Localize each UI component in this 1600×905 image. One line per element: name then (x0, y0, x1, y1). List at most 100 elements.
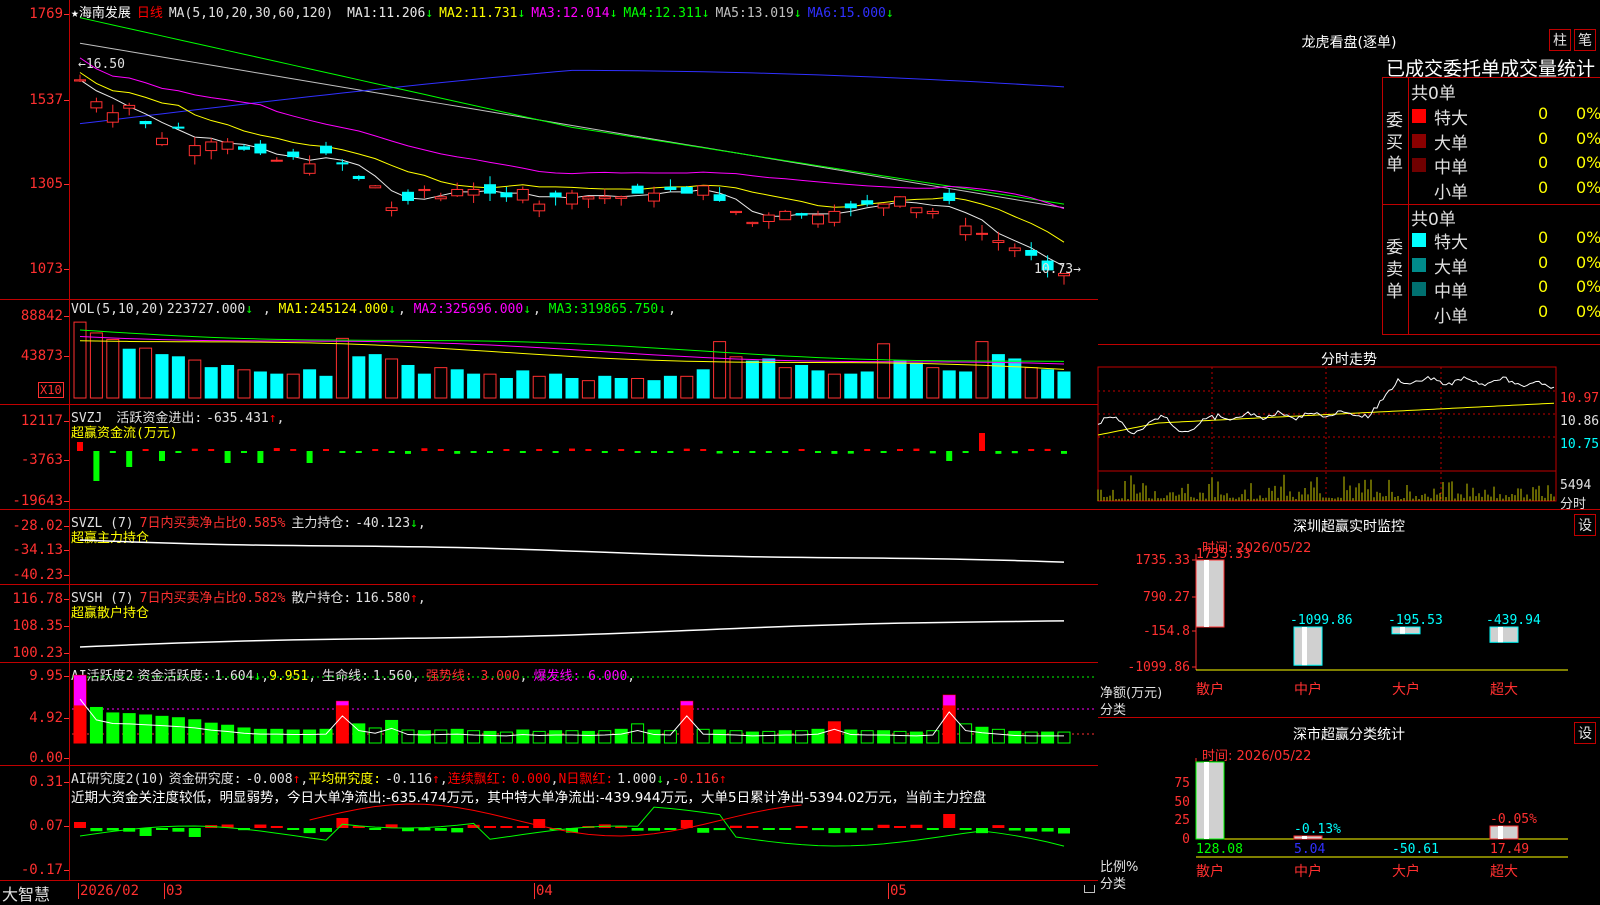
research-bar (943, 814, 956, 828)
monitor-bar-label: 1735.33 (1196, 547, 1251, 562)
row-pct: 0% (1576, 177, 1600, 197)
buy-row-2[interactable]: 中单 0 0% (1410, 153, 1600, 178)
buy-row-0[interactable]: 特大 0 0% (1410, 104, 1600, 129)
research-bar (90, 828, 103, 832)
candle-body (861, 200, 874, 205)
research-bar (484, 826, 496, 828)
buy-row-3[interactable]: 小单 0 0% (1410, 177, 1600, 203)
candle-body (812, 214, 824, 225)
flow-bar (946, 451, 953, 461)
tick-mode-button[interactable]: 笔 (1574, 29, 1596, 51)
flow-bar (733, 451, 739, 454)
candle-body (287, 151, 300, 158)
sell-row-1[interactable]: 大单 0 0% (1410, 253, 1600, 278)
sell-row-0[interactable]: 特大 0 0% (1410, 228, 1600, 253)
volume-bar (680, 375, 694, 399)
research-bar (910, 824, 923, 828)
flow-bar (1011, 451, 1018, 454)
intraday-panel[interactable]: 分时走势 10.97 10.86 10.75 5494 分时 (1097, 345, 1600, 512)
activity-bar (532, 730, 546, 744)
flow-bar (700, 449, 707, 451)
bar-mode-button[interactable]: 柱 (1549, 29, 1571, 51)
ma-line (79, 42, 1065, 209)
svzj-panel[interactable]: 12117 -3763 -19643 SVZJ 活跃资金进出: -635.431↑,… (0, 405, 1098, 510)
row-pct: 0% (1576, 104, 1600, 123)
candle-body (664, 186, 677, 190)
x-label: 03 (164, 883, 183, 899)
candle-body (976, 232, 988, 235)
classify-panel[interactable]: 深市超赢分类统计 设 时间: 2026/05/22 75 50 25 0 128.08 散… (1098, 718, 1600, 900)
monitor-bar (1293, 626, 1323, 666)
vol-ma-line (79, 336, 1065, 365)
volume-bar (647, 380, 661, 399)
longhu-title: 龙虎看盘(逐单) (1301, 35, 1397, 51)
research-bar (451, 828, 464, 833)
classify-cat-label: 中户 (1294, 863, 1322, 880)
activity-bar (450, 728, 464, 744)
ma-line (79, 17, 1065, 205)
monitor-bar (1489, 626, 1519, 643)
svsh-panel[interactable]: 116.78 108.35 100.23 SVSH (7) 7日内买卖净占比0.5… (0, 585, 1098, 663)
volume-bar (827, 373, 841, 399)
research-bar (713, 828, 726, 831)
flow-bar (880, 451, 887, 453)
flow-bar (388, 451, 395, 453)
research-bar (434, 828, 447, 831)
research-bar (812, 828, 824, 831)
volume-bar (1008, 358, 1022, 399)
activity-bar (1041, 731, 1055, 744)
classify-value: 5.04 (1294, 842, 1325, 857)
candle-body (123, 104, 136, 109)
sell-row-2[interactable]: 中单 0 0% (1410, 277, 1600, 302)
svzl-panel[interactable]: -28.02 -34.13 -40.23 SVZL (7) 7日内买卖净占比0.5… (0, 510, 1098, 585)
candle-body (910, 207, 923, 214)
lock-icon[interactable] (1084, 885, 1095, 893)
candle-body (188, 145, 201, 157)
flow-bar (454, 451, 461, 454)
legend-swatch (1412, 133, 1426, 148)
research-bar (779, 828, 792, 830)
volume-bar (171, 356, 185, 399)
activity-bar (778, 730, 792, 744)
volume-bar (450, 369, 464, 399)
row-name: 中单 (1434, 158, 1468, 178)
candle-body (615, 196, 628, 199)
buy-row-1[interactable]: 大单 0 0% (1410, 129, 1600, 154)
flow-bar (765, 451, 772, 453)
ai-activity-panel[interactable]: 9.95 4.92 0.00 AI活跃度2资金活跃度:1.604↓,9.951,… (0, 663, 1098, 766)
flow-bar (142, 449, 149, 451)
candle-body (369, 185, 382, 189)
candle-body (730, 210, 742, 214)
activity-bar (467, 730, 481, 744)
flow-bar (519, 451, 526, 453)
activity-bar (106, 712, 120, 744)
research-red-line (309, 803, 802, 837)
flow-bar (224, 451, 231, 463)
ai-research-panel[interactable]: 0.31 0.07 -0.17 AI研究度2(10) 资金研究度: -0.008↑,… (0, 766, 1098, 880)
flow-bar (339, 451, 346, 453)
ma-line (79, 69, 1065, 125)
activity-bar (762, 730, 776, 744)
activity-bar (1057, 731, 1071, 744)
row-name: 小单 (1434, 182, 1468, 203)
activity-bar (204, 722, 218, 744)
sell-row-3[interactable]: 小单 0 0% (1410, 302, 1600, 327)
longhu-panel[interactable]: 龙虎看盘(逐单) 柱 笔 已成交委托单成交量统计 委 买 单 委 卖 单 共0单… (1098, 0, 1600, 345)
volume-bar (122, 348, 136, 399)
volume-bar (352, 356, 366, 399)
monitor-panel[interactable]: 深圳超赢实时监控 设 时间: 2026/05/22 1735.33 790.27-… (1098, 510, 1600, 718)
svzl-chart (79, 539, 1065, 563)
burst-cap (336, 701, 349, 706)
volume-bar (795, 364, 809, 399)
candle-body (156, 137, 168, 146)
x-label: 04 (534, 883, 553, 899)
burst-cap (74, 675, 86, 706)
kline-panel[interactable]: 1769 1537 1305 1073 ★海南发展 日线 MA(5,10,20,30… (0, 0, 1098, 300)
volume-panel[interactable]: 88842 43873 X10 VOL(5,10,20) 223727.000↓ … (0, 300, 1098, 405)
candle-body (762, 214, 775, 222)
volume-bar (401, 364, 415, 399)
activity-bar (680, 700, 694, 744)
research-bar (1025, 828, 1038, 832)
classify-top-label: -0.13% (1294, 822, 1341, 837)
activity-bar (499, 731, 513, 744)
